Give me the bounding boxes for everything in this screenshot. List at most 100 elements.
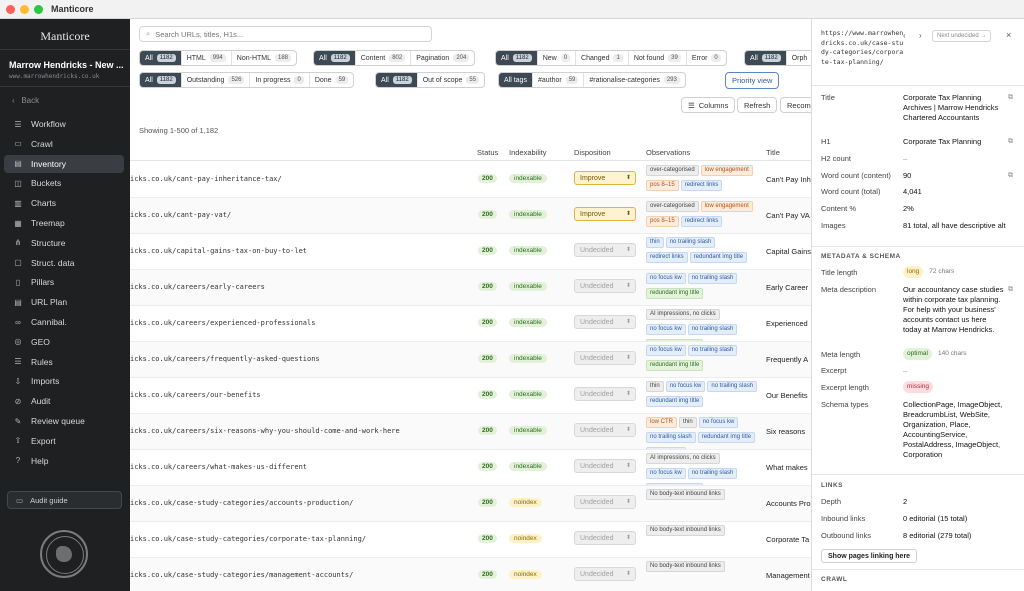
sidebar-item-struct-data[interactable]: ▢ Struct. data <box>4 254 124 272</box>
filter-author[interactable]: #author 59 <box>533 73 585 87</box>
table-row[interactable]: icks.co.uk/careers/what-makes-us-differe… <box>130 450 811 486</box>
observation-tag[interactable]: no focus kw <box>646 273 686 284</box>
disposition-select[interactable]: Undecided ⬍ <box>574 279 636 293</box>
disposition-select[interactable]: Undecided ⬍ <box>574 567 636 581</box>
url-link[interactable]: icks.co.uk/careers/experienced-professio… <box>130 319 315 327</box>
filter-all[interactable]: All 1182 <box>496 51 538 65</box>
table-row[interactable]: icks.co.uk/careers/early-careers 200 index… <box>130 270 811 306</box>
url-link[interactable]: icks.co.uk/careers/our-benefits <box>130 391 261 399</box>
table-row[interactable]: icks.co.uk/case-study-categories/managem… <box>130 558 811 591</box>
header-title[interactable]: Title <box>766 148 780 157</box>
url-link[interactable]: icks.co.uk/capital-gains-tax-on-buy-to-l… <box>130 247 307 255</box>
sidebar-item-imports[interactable]: ⇩ Imports <box>4 372 124 390</box>
observation-tag[interactable]: no trailing slash <box>646 432 696 443</box>
filter-rationalise-categories[interactable]: #rationalise-categories 293 <box>584 73 684 87</box>
sidebar-item-geo[interactable]: ◎ GEO <box>4 333 124 351</box>
observation-tag[interactable]: redirect links <box>680 216 723 227</box>
sidebar-item-structure[interactable]: ⋔ Structure <box>4 234 124 252</box>
observation-tag[interactable]: no trailing slash <box>665 237 716 248</box>
filter-html[interactable]: HTML 994 <box>182 51 232 65</box>
observation-tag[interactable]: pos 8–15 <box>646 180 679 191</box>
search-input[interactable] <box>155 29 406 39</box>
filter-pagination[interactable]: Pagination 204 <box>411 51 474 65</box>
filter-in-progress[interactable]: In progress 0 <box>250 73 310 87</box>
refresh-button[interactable]: Refresh <box>737 97 778 113</box>
table-row[interactable]: icks.co.uk/careers/frequently-asked-ques… <box>130 342 811 378</box>
table-row[interactable]: icks.co.uk/cant-pay-vat/200 indexable Impr… <box>130 198 811 234</box>
observation-tag[interactable]: AI impressions, no clicks <box>646 453 720 464</box>
disposition-select[interactable]: Undecided ⬍ <box>574 351 636 365</box>
observation-tag[interactable]: no trailing slash <box>687 468 738 479</box>
next-undecided-button[interactable]: Next undecided → <box>932 30 992 42</box>
observation-tag[interactable]: low engagement <box>700 165 753 176</box>
observation-tag[interactable]: over-categorised <box>646 201 699 212</box>
sidebar-item-audit[interactable]: ⊘ Audit <box>4 392 124 410</box>
sidebar-item-buckets[interactable]: ◫ Buckets <box>4 174 124 192</box>
zoom-window-button[interactable] <box>34 5 43 14</box>
disposition-select[interactable]: Undecided ⬍ <box>574 531 636 545</box>
sidebar-item-inventory[interactable]: ▤ Inventory <box>4 154 124 173</box>
table-row[interactable]: icks.co.uk/cant-pay-inheritance-tax/200 i… <box>130 162 811 198</box>
observation-tag[interactable]: redundant img title <box>646 288 704 299</box>
close-window-button[interactable] <box>6 5 15 14</box>
observation-tag[interactable]: no focus kw <box>665 381 706 392</box>
filter-changed[interactable]: Changed 1 <box>576 51 629 65</box>
disposition-select[interactable]: Improve ⬍ <box>574 171 636 185</box>
observation-tag[interactable]: redirect links <box>646 252 688 263</box>
filter-new[interactable]: New 0 <box>538 51 577 65</box>
filter-error[interactable]: Error 0 <box>687 51 726 65</box>
observation-tag[interactable]: thin <box>646 237 664 248</box>
disposition-select[interactable]: Improve ⬍ <box>574 207 636 221</box>
observation-tag[interactable]: no trailing slash <box>687 345 738 356</box>
filter-all[interactable]: All 1182 <box>140 73 182 87</box>
url-link[interactable]: icks.co.uk/case-study-categories/managem… <box>130 571 353 579</box>
back-link[interactable]: ‹ Back <box>12 96 39 105</box>
sidebar-item-cannibal[interactable]: ∞ Cannibal. <box>4 313 124 331</box>
table-row[interactable]: icks.co.uk/case-study-categories/account… <box>130 486 811 522</box>
show-pages-linking-button[interactable]: Show pages linking here <box>821 549 918 563</box>
observation-tag[interactable]: No body-text inbound links <box>646 561 725 572</box>
observation-tag[interactable]: no focus kw <box>698 417 739 428</box>
table-row[interactable]: icks.co.uk/careers/our-benefits 200 indexa… <box>130 378 811 414</box>
sidebar-item-pillars[interactable]: ▯ Pillars <box>4 273 124 291</box>
disposition-select[interactable]: Undecided ⬍ <box>574 495 636 509</box>
sidebar-item-url-plan[interactable]: ▤ URL Plan <box>4 293 124 311</box>
prev-page-button[interactable]: ‹ <box>903 31 906 40</box>
observation-tag[interactable]: no trailing slash <box>687 273 738 284</box>
filter-all[interactable]: All 1182 <box>140 51 182 65</box>
filter-all[interactable]: All 1182 <box>314 51 356 65</box>
filter-all-tags[interactable]: All tags <box>499 73 533 87</box>
table-row[interactable]: icks.co.uk/careers/six-reasons-why-you-s… <box>130 414 811 450</box>
sidebar-item-help[interactable]: ? Help <box>4 452 124 470</box>
header-disposition[interactable]: Disposition <box>574 148 611 157</box>
table-row[interactable]: icks.co.uk/capital-gains-tax-on-buy-to-l… <box>130 234 811 270</box>
sidebar-item-charts[interactable]: ▥ Charts <box>4 194 124 212</box>
observation-tag[interactable]: No body-text inbound links <box>646 489 725 500</box>
url-link[interactable]: icks.co.uk/case-study-categories/corpora… <box>130 535 366 543</box>
filter-all[interactable]: All 1182 <box>745 51 787 65</box>
sidebar-item-treemap[interactable]: ▦ Treemap <box>4 214 124 232</box>
disposition-select[interactable]: Undecided ⬍ <box>574 387 636 401</box>
header-indexability[interactable]: Indexability <box>509 148 547 157</box>
filter-orph[interactable]: Orph <box>787 51 811 65</box>
url-link[interactable]: icks.co.uk/careers/what-makes-us-differe… <box>130 463 307 471</box>
sidebar-item-workflow[interactable]: ☰ Workflow <box>4 115 124 133</box>
observation-tag[interactable]: redirect links <box>680 180 723 191</box>
filter-outstanding[interactable]: Outstanding 526 <box>182 73 251 87</box>
header-status[interactable]: Status <box>477 148 498 157</box>
observation-tag[interactable]: over-categorised <box>646 165 699 176</box>
url-link[interactable]: icks.co.uk/cant-pay-vat/ <box>130 211 231 219</box>
observation-tag[interactable]: No body-text inbound links <box>646 525 725 536</box>
url-link[interactable]: icks.co.uk/careers/early-careers <box>130 283 265 291</box>
audit-guide-button[interactable]: ▭ Audit guide <box>7 491 122 509</box>
observation-tag[interactable]: no focus kw <box>646 324 686 335</box>
filter-content[interactable]: Content 802 <box>356 51 412 65</box>
observation-tag[interactable]: redundant img title <box>697 432 756 443</box>
disposition-select[interactable]: Undecided ⬍ <box>574 423 636 437</box>
disposition-select[interactable]: Undecided ⬍ <box>574 243 636 257</box>
priority-view-button[interactable]: Priority view <box>725 72 780 89</box>
observation-tag[interactable]: low CTR <box>646 417 678 428</box>
url-link[interactable]: icks.co.uk/careers/six-reasons-why-you-s… <box>130 427 400 435</box>
observation-tag[interactable]: no focus kw <box>646 345 686 356</box>
sidebar-item-review-queue[interactable]: ✎ Review queue <box>4 412 124 430</box>
